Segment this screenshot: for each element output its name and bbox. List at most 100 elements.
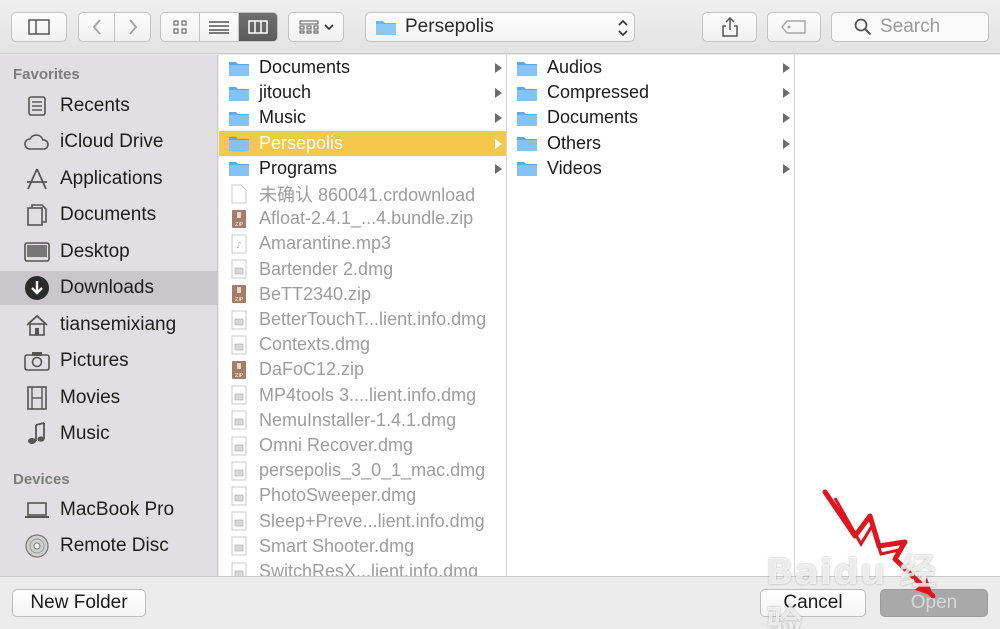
row-label: SwitchResX...lient.info.dmg	[259, 561, 479, 576]
file-row[interactable]: ZIP DaFoC12.zip	[219, 357, 506, 382]
sidebar-item-label: Pictures	[60, 350, 129, 371]
folder-row[interactable]: jitouch	[219, 80, 506, 105]
file-row[interactable]: Contexts.dmg	[219, 332, 506, 357]
chevron-down-icon	[323, 24, 334, 31]
film-icon	[24, 385, 50, 411]
file-row[interactable]: ♪ Amarantine.mp3	[219, 231, 506, 256]
dmg-file-icon	[228, 535, 250, 557]
file-row[interactable]: Bartender 2.dmg	[219, 257, 506, 282]
folder-row[interactable]: Documents	[219, 55, 506, 80]
dmg-file-icon	[228, 460, 250, 482]
sidebar-item-documents[interactable]: Documents	[0, 198, 218, 232]
new-folder-button[interactable]: New Folder	[12, 589, 146, 617]
file-row[interactable]: Omni Recover.dmg	[219, 433, 506, 458]
folder-icon	[228, 57, 250, 79]
sidebar-item-label: Movies	[60, 387, 121, 408]
sidebar-toggle-button[interactable]	[11, 12, 67, 42]
folder-icon	[516, 132, 538, 154]
disclosure-arrow-icon	[783, 163, 790, 174]
sidebar-item-macbook-pro[interactable]: MacBook Pro	[0, 493, 218, 527]
row-label: NemuInstaller-1.4.1.dmg	[259, 409, 457, 430]
sidebar-item-movies[interactable]: Movies	[0, 381, 218, 415]
folder-icon	[376, 21, 396, 35]
folder-icon	[228, 157, 250, 179]
disclosure-arrow-icon	[783, 138, 790, 149]
share-button[interactable]	[702, 12, 757, 42]
audio-file-icon: ♪	[228, 233, 250, 255]
search-field[interactable]: Search	[831, 12, 989, 42]
folder-row[interactable]: Audios	[507, 55, 794, 80]
path-popup-label: Persepolis	[405, 16, 494, 37]
file-row[interactable]: Sleep+Preve...lient.info.dmg	[219, 509, 506, 534]
columns-icon	[248, 20, 268, 34]
sidebar-item-label: tiansemixiang	[60, 314, 177, 335]
recents-icon	[24, 93, 50, 119]
row-label: Compressed	[547, 82, 650, 103]
sidebar-item-icloud-drive[interactable]: iCloud Drive	[0, 125, 218, 159]
music-note-icon	[24, 421, 50, 447]
row-label: Amarantine.mp3	[259, 233, 392, 254]
row-label: Afloat-2.4.1_...4.bundle.zip	[259, 208, 474, 229]
file-row[interactable]: ZIP Afloat-2.4.1_...4.bundle.zip	[219, 206, 506, 231]
column-view-button[interactable]	[238, 12, 278, 42]
sidebar-item-applications[interactable]: Applications	[0, 162, 218, 196]
dmg-file-icon	[228, 561, 250, 576]
sidebar-item-remote-disc[interactable]: Remote Disc	[0, 529, 218, 563]
column-persepolis: Audios Compressed Documents Others Videos	[507, 55, 795, 576]
dmg-file-icon	[228, 409, 250, 431]
list-view-button[interactable]	[199, 12, 239, 42]
sidebar-item-desktop[interactable]: Desktop	[0, 235, 218, 269]
sidebar-icon	[28, 19, 50, 35]
file-row[interactable]: BetterTouchT...lient.info.dmg	[219, 307, 506, 332]
sidebar-item-music[interactable]: Music	[0, 417, 218, 451]
sidebar-item-downloads[interactable]: Downloads	[0, 271, 218, 305]
forward-button[interactable]	[114, 12, 151, 42]
row-label: Programs	[259, 157, 338, 178]
folder-icon	[228, 132, 250, 154]
file-row[interactable]: PhotoSweeper.dmg	[219, 483, 506, 508]
toolbar: Persepolis Search	[0, 0, 1000, 54]
sidebar-item-home[interactable]: tiansemixiang	[0, 308, 218, 342]
share-icon	[721, 17, 738, 37]
watermark-logo: Baidu 经验	[766, 552, 938, 629]
row-label: BeTT2340.zip	[259, 283, 372, 304]
file-row[interactable]: 未确认 860041.crdownload	[219, 181, 506, 206]
sidebar-item-label: Desktop	[60, 241, 130, 262]
row-label: Bartender 2.dmg	[259, 258, 394, 279]
folder-icon	[228, 82, 250, 104]
tag-button[interactable]	[767, 12, 821, 42]
file-row[interactable]: SwitchResX...lient.info.dmg	[219, 559, 506, 576]
file-row[interactable]: persepolis_3_0_1_mac.dmg	[219, 458, 506, 483]
path-popup[interactable]: Persepolis	[365, 12, 635, 42]
folder-row[interactable]: Documents	[507, 105, 794, 130]
back-button[interactable]	[78, 12, 115, 42]
sidebar: Favorites Recents iCloud Drive Applicati…	[0, 55, 218, 576]
sidebar-item-label: Documents	[60, 204, 157, 225]
desktop-icon	[24, 239, 50, 265]
row-label: Music	[259, 107, 307, 128]
document-icon	[24, 202, 50, 228]
file-row[interactable]: Smart Shooter.dmg	[219, 534, 506, 559]
disc-icon	[24, 533, 50, 559]
file-row[interactable]: MP4tools 3....lient.info.dmg	[219, 383, 506, 408]
file-row[interactable]: NemuInstaller-1.4.1.dmg	[219, 408, 506, 433]
sidebar-item-label: iCloud Drive	[60, 131, 164, 152]
sidebar-item-pictures[interactable]: Pictures	[0, 344, 218, 378]
sidebar-item-recents[interactable]: Recents	[0, 89, 218, 123]
folder-row[interactable]: Others	[507, 131, 794, 156]
zip-file-icon: ZIP	[228, 359, 250, 381]
folder-row[interactable]: Music	[219, 105, 506, 130]
folder-row[interactable]: Persepolis	[219, 130, 506, 156]
folder-icon	[516, 57, 538, 79]
folder-row[interactable]: Compressed	[507, 80, 794, 105]
folder-row[interactable]: Videos	[507, 156, 794, 181]
file-row[interactable]: ZIP BeTT2340.zip	[219, 282, 506, 307]
dmg-file-icon	[228, 258, 250, 280]
icon-view-button[interactable]	[160, 12, 200, 42]
list-icon	[209, 21, 229, 34]
row-label: Documents	[259, 57, 351, 77]
arrange-menu-button[interactable]	[288, 12, 344, 42]
sidebar-item-label: MacBook Pro	[60, 499, 175, 520]
folder-row[interactable]: Programs	[219, 156, 506, 181]
disclosure-arrow-icon	[495, 138, 502, 149]
